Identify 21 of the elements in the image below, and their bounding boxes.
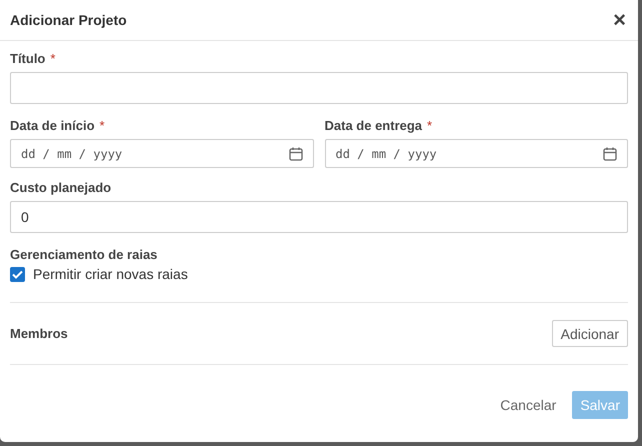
checkbox[interactable] xyxy=(10,266,25,282)
required-mark: * xyxy=(427,118,432,133)
date-field[interactable]: dd / mm / yyyy xyxy=(324,139,628,168)
cancel-button[interactable]: Cancelar xyxy=(492,391,564,419)
calendar-icon[interactable] xyxy=(288,146,302,160)
date-field[interactable]: dd / mm / yyyy xyxy=(10,139,314,168)
section-label: Gerenciamento de raias xyxy=(10,247,158,262)
field-label: Data de entrega xyxy=(324,118,422,133)
add-member-button[interactable]: Adicionar xyxy=(552,320,628,347)
dialog-title: Adicionar Projeto xyxy=(10,12,127,28)
field-label: Custo planejado xyxy=(10,180,112,195)
calendar-icon[interactable] xyxy=(603,146,617,160)
field-label: Título xyxy=(10,51,46,66)
close-button[interactable]: × xyxy=(611,9,628,31)
input-field[interactable]: 0 xyxy=(10,201,628,233)
section-label: Membros xyxy=(10,326,68,341)
required-mark: * xyxy=(100,118,105,133)
input-field[interactable] xyxy=(10,72,628,104)
required-mark: * xyxy=(50,51,56,66)
checkbox-label: Permitir criar novas raias xyxy=(33,266,188,282)
field-label: Data de início xyxy=(10,118,95,133)
